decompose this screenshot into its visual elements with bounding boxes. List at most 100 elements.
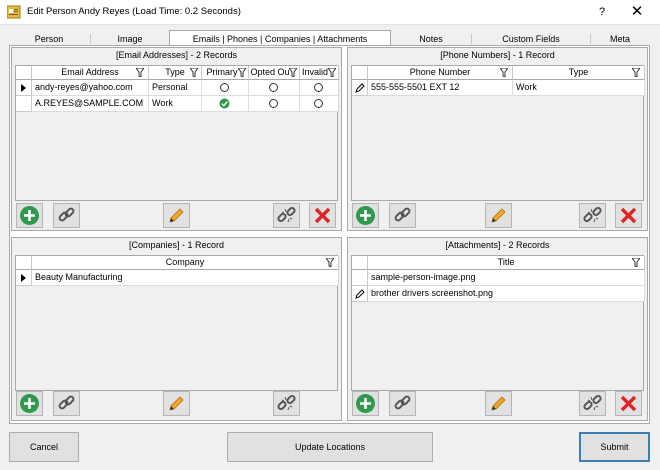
phone-panel: [Phone Numbers] - 1 Record Phone Number … — [347, 47, 648, 231]
primary-cell[interactable] — [202, 96, 249, 112]
filter-icon[interactable] — [289, 68, 297, 77]
link-company-button[interactable] — [53, 391, 80, 416]
row-selector-editing[interactable] — [352, 80, 368, 96]
unlink-icon — [583, 206, 602, 223]
edit-email-button[interactable] — [163, 203, 190, 228]
link-icon — [58, 207, 75, 222]
tab-notes[interactable]: Notes — [391, 32, 471, 46]
close-button[interactable]: ✕ — [626, 3, 648, 21]
submit-button[interactable]: Submit — [579, 432, 650, 462]
col-opted-out[interactable]: Opted Ou — [249, 66, 300, 80]
row-selector-editing[interactable] — [352, 286, 368, 302]
opted-out-cell[interactable] — [249, 80, 300, 96]
row-selector-current[interactable] — [16, 80, 32, 96]
email-type-cell[interactable]: Personal — [149, 80, 202, 96]
row-selector-current[interactable] — [16, 270, 32, 286]
attachment-title-cell[interactable]: sample-person-image.png — [368, 270, 645, 286]
email-grid: Email Address Type Primary Opted Ou Inva… — [15, 65, 339, 201]
phone-number-cell[interactable]: 555-555-5501 EXT 12 — [368, 80, 513, 96]
invalid-radio[interactable] — [314, 83, 323, 92]
opted-out-radio[interactable] — [269, 83, 278, 92]
tab-custom-fields[interactable]: Custom Fields — [472, 32, 590, 46]
add-company-button[interactable] — [16, 391, 43, 416]
filter-icon[interactable] — [328, 68, 336, 77]
col-primary[interactable]: Primary — [202, 66, 249, 80]
delete-email-button[interactable] — [309, 203, 336, 228]
col-type[interactable]: Type — [149, 66, 202, 80]
link-attachment-button[interactable] — [389, 391, 416, 416]
primary-radio[interactable] — [220, 83, 229, 92]
col-title[interactable]: Title — [368, 256, 645, 270]
delete-attachment-button[interactable] — [615, 391, 642, 416]
phone-type-cell[interactable]: Work — [513, 80, 645, 96]
row-selector[interactable] — [352, 270, 368, 286]
filter-icon[interactable] — [500, 68, 508, 77]
filter-icon[interactable] — [326, 258, 334, 267]
opted-out-radio[interactable] — [269, 99, 278, 108]
invalid-cell[interactable] — [300, 96, 339, 112]
col-phone-type[interactable]: Type — [513, 66, 645, 80]
unlink-phone-button[interactable] — [579, 203, 606, 228]
edit-phone-button[interactable] — [485, 203, 512, 228]
row-selector[interactable] — [16, 96, 32, 112]
pencil-icon — [169, 396, 184, 411]
filter-icon[interactable] — [190, 68, 198, 77]
col-email-address[interactable]: Email Address — [32, 66, 149, 80]
tab-person[interactable]: Person — [9, 32, 89, 46]
pencil-icon — [169, 208, 184, 223]
attachment-panel-title: [Attachments] - 2 Records — [445, 240, 550, 250]
unlink-email-button[interactable] — [273, 203, 300, 228]
filter-icon[interactable] — [238, 68, 246, 77]
current-row-arrow-icon — [21, 274, 26, 282]
link-email-button[interactable] — [53, 203, 80, 228]
delete-icon — [620, 207, 637, 224]
filter-icon[interactable] — [632, 258, 640, 267]
current-row-arrow-icon — [21, 84, 26, 92]
invalid-radio[interactable] — [314, 99, 323, 108]
edit-company-button[interactable] — [163, 391, 190, 416]
help-button[interactable]: ? — [592, 3, 612, 21]
unlink-icon — [277, 394, 296, 411]
unlink-attachment-button[interactable] — [579, 391, 606, 416]
link-icon — [394, 207, 411, 222]
add-email-button[interactable] — [16, 203, 43, 228]
tab-meta[interactable]: Meta — [591, 32, 649, 46]
delete-icon — [620, 395, 637, 412]
col-company[interactable]: Company — [32, 256, 339, 270]
unlink-company-button[interactable] — [273, 391, 300, 416]
delete-phone-button[interactable] — [615, 203, 642, 228]
add-attachment-button[interactable] — [352, 391, 379, 416]
phone-grid: Phone Number Type 555-555-5501 EXT 12 Wo… — [351, 65, 645, 201]
email-type-cell[interactable]: Work — [149, 96, 202, 112]
email-panel: [Email Addresses] - 2 Records Email Addr… — [11, 47, 342, 231]
company-grid: Company Beauty Manufacturing — [15, 255, 339, 391]
attachment-title-cell[interactable]: brother drivers screenshot.png — [368, 286, 645, 302]
unlink-icon — [277, 206, 296, 223]
email-address-cell[interactable]: A.REYES@SAMPLE.COM — [32, 96, 149, 112]
link-phone-button[interactable] — [389, 203, 416, 228]
invalid-cell[interactable] — [300, 80, 339, 96]
col-phone-number[interactable]: Phone Number — [368, 66, 513, 80]
opted-out-cell[interactable] — [249, 96, 300, 112]
filter-icon[interactable] — [632, 68, 640, 77]
company-cell[interactable]: Beauty Manufacturing — [32, 270, 339, 286]
tab-emails-phones[interactable]: Emails | Phones | Companies | Attachment… — [169, 30, 391, 46]
add-icon — [20, 394, 39, 413]
email-address-cell[interactable]: andy-reyes@yahoo.com — [32, 80, 149, 96]
primary-cell[interactable] — [202, 80, 249, 96]
update-locations-button[interactable]: Update Locations — [227, 432, 433, 462]
title-bar: Edit Person Andy Reyes (Load Time: 0.2 S… — [0, 0, 660, 25]
edit-attachment-button[interactable] — [485, 391, 512, 416]
cancel-button[interactable]: Cancel — [9, 432, 79, 462]
col-invalid[interactable]: Invalid — [300, 66, 339, 80]
pencil-icon — [491, 208, 506, 223]
add-phone-button[interactable] — [352, 203, 379, 228]
filter-icon[interactable] — [136, 68, 144, 77]
unlink-icon — [583, 394, 602, 411]
attachment-panel: [Attachments] - 2 Records Title sample-p… — [347, 237, 648, 421]
app-icon — [7, 5, 21, 19]
check-circle-icon[interactable] — [219, 98, 230, 109]
tab-image[interactable]: Image — [91, 32, 169, 46]
company-panel: [Companies] - 1 Record Company Beauty Ma… — [11, 237, 342, 421]
email-panel-title: [Email Addresses] - 2 Records — [115, 50, 238, 60]
